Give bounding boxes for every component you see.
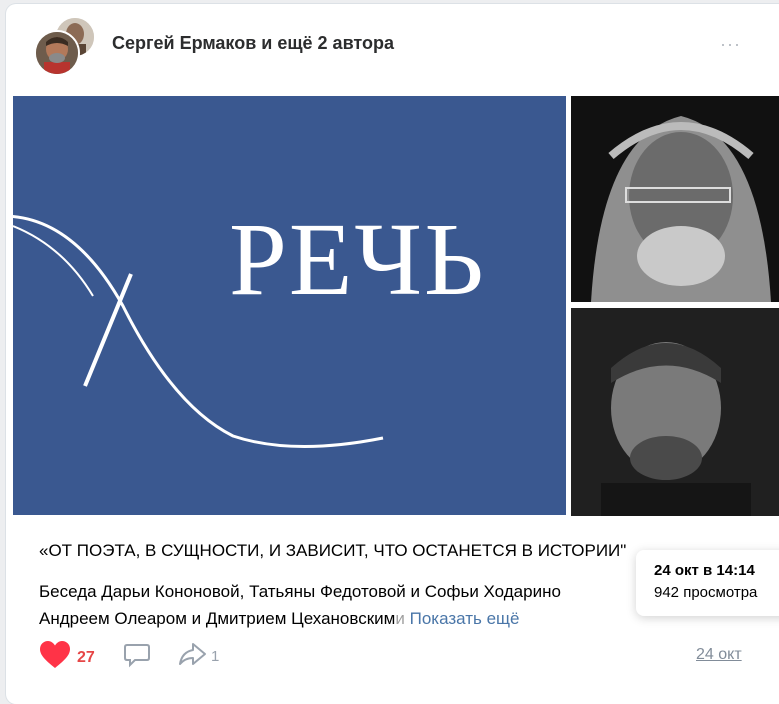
tooltip-datetime: 24 окт в 14:14 xyxy=(654,562,755,579)
like-count: 27 xyxy=(77,648,95,666)
heart-icon xyxy=(39,640,71,675)
poster-image[interactable]: РЕЧЬ xyxy=(13,96,566,515)
more-options-icon[interactable]: ··· xyxy=(720,34,741,55)
post-text-line: Андреем Олеаром и Дмитрием Цехановским xyxy=(39,609,396,628)
show-more-link[interactable]: Показать ещё xyxy=(410,609,520,628)
avatar[interactable] xyxy=(34,30,80,76)
photo-portrait[interactable] xyxy=(571,96,779,302)
photo-portrait[interactable] xyxy=(571,308,779,516)
post-author[interactable]: Сергей Ермаков и ещё 2 автора xyxy=(112,33,394,54)
comment-button[interactable] xyxy=(123,640,151,673)
post-quote: «ОТ ПОЭТА, В СУЩНОСТИ, И ЗАВИСИТ, ЧТО ОС… xyxy=(39,541,627,560)
like-button[interactable]: 27 xyxy=(39,640,95,675)
share-button[interactable]: 1 xyxy=(177,640,219,673)
post-media: РЕЧЬ xyxy=(13,96,779,516)
poster-logo: РЕЧЬ xyxy=(229,202,486,317)
share-count: 1 xyxy=(211,648,220,665)
share-icon xyxy=(177,640,207,673)
post-text: Беседа Дарьи Кононовой, Татьяны Федотово… xyxy=(39,578,649,632)
post-date-link[interactable]: 24 окт xyxy=(696,646,742,664)
comment-icon xyxy=(123,640,151,673)
post-text-fade: и xyxy=(395,609,405,628)
author-avatars[interactable] xyxy=(34,16,98,76)
post-text-line: Беседа Дарьи Кононовой, Татьяны Федотово… xyxy=(39,582,561,601)
tooltip-views: 942 просмотра xyxy=(654,584,758,601)
date-tooltip: 24 окт в 14:14 942 просмотра xyxy=(636,550,779,616)
